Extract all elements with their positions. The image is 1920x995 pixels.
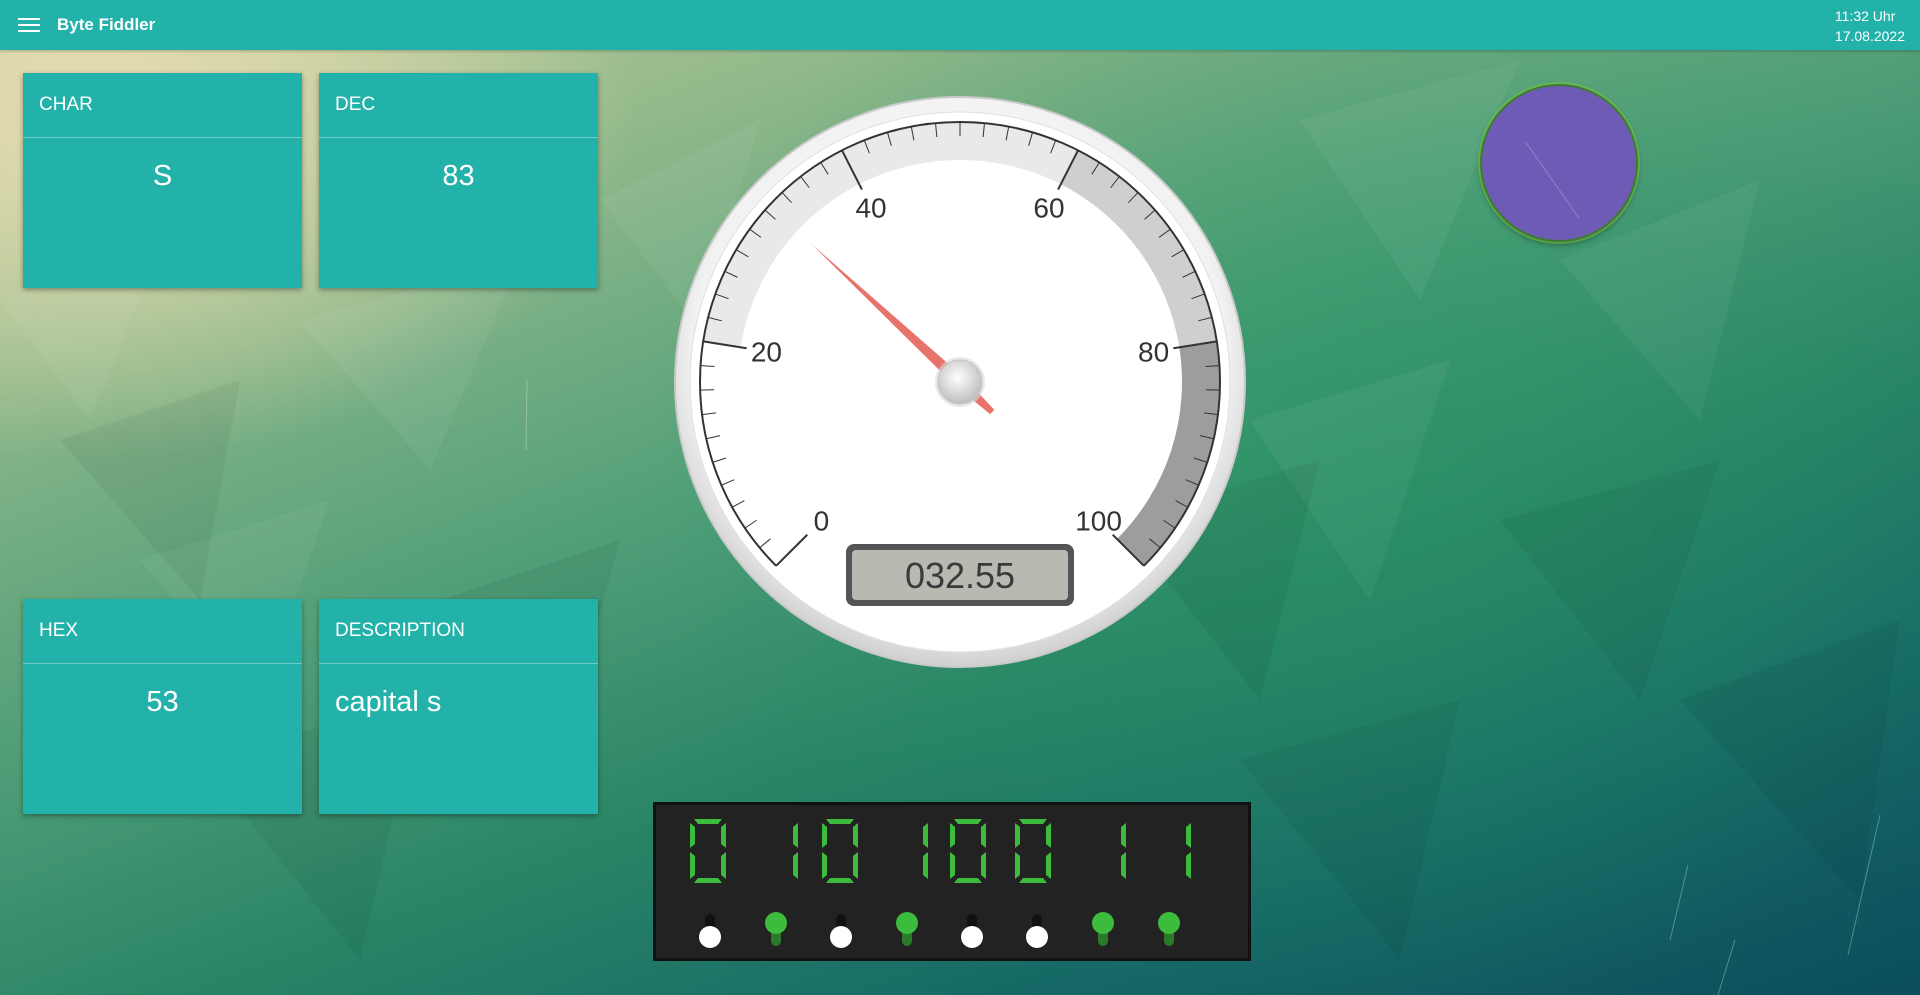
digit-segment <box>694 819 722 824</box>
digit-segment <box>690 852 695 879</box>
digit-segment <box>1046 852 1051 879</box>
bit-toggle-switch[interactable] <box>1158 912 1180 948</box>
gauge-label: 20 <box>751 336 782 367</box>
knob-indicator <box>1525 142 1580 219</box>
bit-toggle-switch[interactable] <box>896 912 918 948</box>
switch-knob <box>961 926 983 948</box>
digit-segment <box>981 852 986 879</box>
gauge-label: 80 <box>1138 336 1169 367</box>
digit-segment <box>923 823 928 848</box>
digit-segment <box>1121 823 1126 848</box>
top-bar: Byte Fiddler 11:32 Uhr 17.08.2022 <box>0 0 1920 50</box>
binary-digit <box>1121 823 1126 879</box>
switch-knob <box>1158 912 1180 934</box>
menu-icon[interactable] <box>18 15 40 35</box>
bit-toggle-switch[interactable] <box>1026 912 1048 948</box>
bit-toggle-switch[interactable] <box>765 912 787 948</box>
digit-segment <box>981 823 986 848</box>
digit-segment <box>1019 819 1047 824</box>
digit-segment <box>954 819 982 824</box>
gauge-label: 100 <box>1075 506 1122 537</box>
switch-knob <box>896 912 918 934</box>
gauge-label: 60 <box>1033 192 1064 223</box>
gauge-lcd-value: 032.55 <box>905 555 1015 596</box>
bit-toggle-switch[interactable] <box>1092 912 1114 948</box>
hex-card-value: 53 <box>146 686 179 718</box>
switch-knob <box>765 912 787 934</box>
digit-segment <box>853 823 858 848</box>
digit-segment <box>853 852 858 879</box>
bit-toggle-switch[interactable] <box>699 912 721 948</box>
clock-time: 11:32 Uhr <box>1834 8 1896 24</box>
digit-segment <box>950 823 955 848</box>
digit-segment <box>690 823 695 848</box>
binary-display <box>653 802 1251 961</box>
speed-gauge: 0 20 40 60 80 100 032.55 <box>674 96 1246 668</box>
digit-segment <box>793 823 798 848</box>
digit-segment <box>1015 852 1020 879</box>
digit-segment <box>822 852 827 879</box>
switch-knob <box>1092 912 1114 934</box>
digit-segment <box>1186 852 1191 879</box>
description-card-value: capital s <box>335 686 442 718</box>
dec-card-label: DEC <box>319 73 598 138</box>
binary-digits <box>690 819 1191 883</box>
switch-knob <box>699 926 721 948</box>
digit-segment <box>826 819 854 824</box>
digit-segment <box>1121 852 1126 879</box>
gauge-label: 40 <box>855 192 886 223</box>
digit-segment <box>822 823 827 848</box>
bit-toggle-switch[interactable] <box>961 912 983 948</box>
dec-card-value: 83 <box>442 160 475 192</box>
gauge-label: 0 <box>814 506 830 537</box>
char-card-label: CHAR <box>23 73 302 138</box>
digit-segment <box>694 878 722 883</box>
digit-segment <box>1186 823 1191 848</box>
digit-segment <box>721 852 726 879</box>
binary-digit <box>822 819 858 883</box>
description-card: DESCRIPTION capital s <box>319 599 598 814</box>
gauge-hub <box>937 359 983 405</box>
digit-segment <box>826 878 854 883</box>
binary-digit <box>1186 823 1191 879</box>
binary-digit <box>1015 819 1051 883</box>
binary-digit <box>793 823 798 879</box>
clock-date: 17.08.2022 <box>1834 28 1905 44</box>
description-card-label: DESCRIPTION <box>319 599 598 664</box>
app-title: Byte Fiddler <box>57 15 156 34</box>
digit-segment <box>721 823 726 848</box>
hex-card-label: HEX <box>23 599 302 664</box>
color-knob[interactable] <box>1480 84 1638 242</box>
switch-knob <box>830 926 852 948</box>
binary-digit <box>923 823 928 879</box>
clock: 11:32 Uhr 17.08.2022 <box>1835 6 1905 46</box>
binary-digit <box>690 819 726 883</box>
digit-segment <box>950 852 955 879</box>
digit-segment <box>954 878 982 883</box>
digit-segment <box>1019 878 1047 883</box>
switch-knob <box>1026 926 1048 948</box>
char-card-value: S <box>152 160 173 192</box>
dec-card: DEC 83 <box>319 73 598 288</box>
digit-segment <box>923 852 928 879</box>
digit-segment <box>793 852 798 879</box>
bit-toggle-switch[interactable] <box>830 912 852 948</box>
binary-digit <box>950 819 986 883</box>
digit-segment <box>1015 823 1020 848</box>
digit-segment <box>1046 823 1051 848</box>
char-card: CHAR S <box>23 73 302 288</box>
hex-card: HEX 53 <box>23 599 302 814</box>
